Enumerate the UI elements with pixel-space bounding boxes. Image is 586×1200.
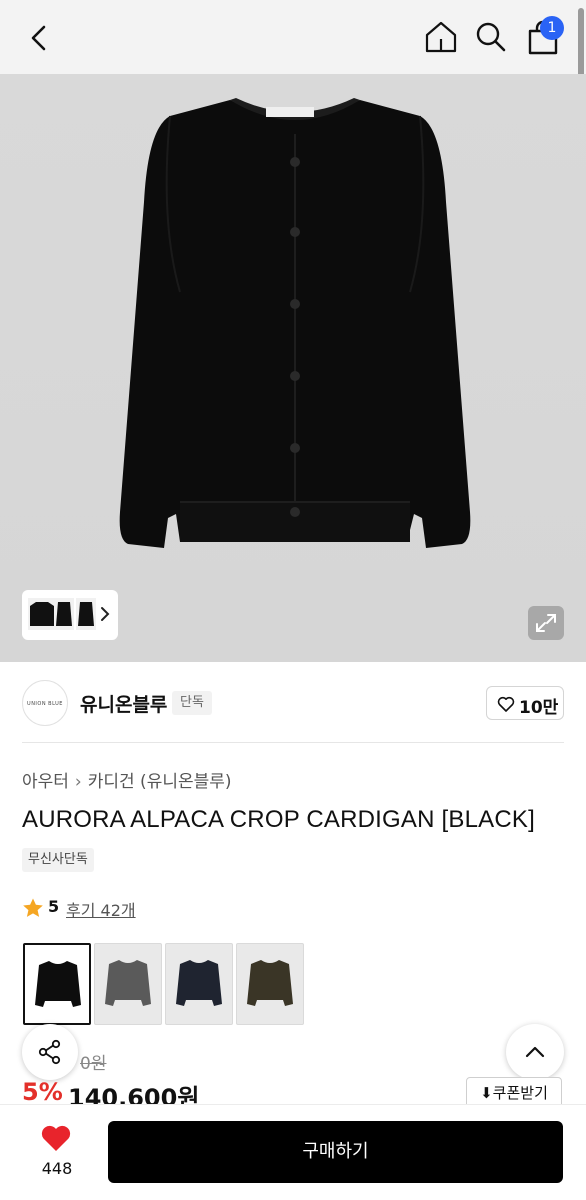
discount-rate: 5%: [22, 1078, 63, 1106]
top-navigation-bar: 1: [0, 0, 586, 74]
divider: [22, 742, 564, 743]
product-image: [119, 98, 471, 548]
reviews-link[interactable]: 후기 42개: [66, 897, 136, 921]
breadcrumb-subcategory[interactable]: 카디건 (유니온블루): [88, 772, 232, 792]
search-icon[interactable]: [472, 18, 510, 56]
image-thumbnail-strip[interactable]: [22, 590, 118, 640]
chevron-left-icon[interactable]: [22, 20, 58, 56]
rating-score: 5: [48, 897, 60, 916]
breadcrumb-category[interactable]: 아우터: [22, 772, 69, 792]
color-option-gray[interactable]: [94, 943, 162, 1025]
brand-like-button[interactable]: 10만: [486, 686, 564, 720]
expand-image-button[interactable]: [528, 606, 564, 640]
product-image-gallery[interactable]: [0, 74, 586, 662]
scroll-to-top-button[interactable]: [506, 1024, 564, 1080]
brand-name[interactable]: 유니온블루: [80, 690, 167, 717]
thumbnail-image[interactable]: [28, 598, 56, 630]
cart-count-badge: 1: [540, 16, 564, 40]
exclusive-badge: 단독: [172, 691, 212, 715]
product-title: AURORA ALPACA CROP CARDIGAN [BLACK]: [22, 806, 535, 833]
thumbnail-image[interactable]: [76, 598, 96, 630]
expand-icon: [536, 614, 556, 632]
original-price: 0원: [80, 1054, 107, 1074]
color-option-black[interactable]: [23, 943, 91, 1025]
color-swatch-image: [176, 960, 222, 1006]
exclusive-tag: 무신사단독: [22, 848, 94, 872]
chevron-up-icon: [525, 1046, 545, 1058]
heart-outline-icon: [497, 696, 515, 712]
color-option-navy[interactable]: [165, 943, 233, 1025]
chevron-right-icon: ›: [74, 772, 82, 792]
share-button[interactable]: [22, 1024, 78, 1080]
color-swatch-image: [35, 961, 81, 1007]
heart-icon[interactable]: [40, 1123, 72, 1153]
thumbnail-image[interactable]: [54, 598, 74, 630]
share-icon: [38, 1039, 61, 1065]
brand-logo[interactable]: UNION BLUE: [22, 680, 68, 726]
color-swatch-image: [247, 960, 293, 1006]
bottom-action-bar: 448 구매하기: [0, 1104, 586, 1200]
star-icon: [23, 898, 43, 917]
color-swatch-image: [105, 960, 151, 1006]
like-count: 448: [41, 1159, 73, 1178]
color-option-khaki[interactable]: [236, 943, 304, 1025]
home-icon[interactable]: [422, 18, 460, 56]
breadcrumb: 아우터 › 카디건 (유니온블루): [22, 767, 232, 792]
brand-like-count: 10만: [519, 698, 559, 718]
chevron-right-icon[interactable]: [98, 604, 112, 624]
buy-button[interactable]: 구매하기: [108, 1121, 563, 1183]
